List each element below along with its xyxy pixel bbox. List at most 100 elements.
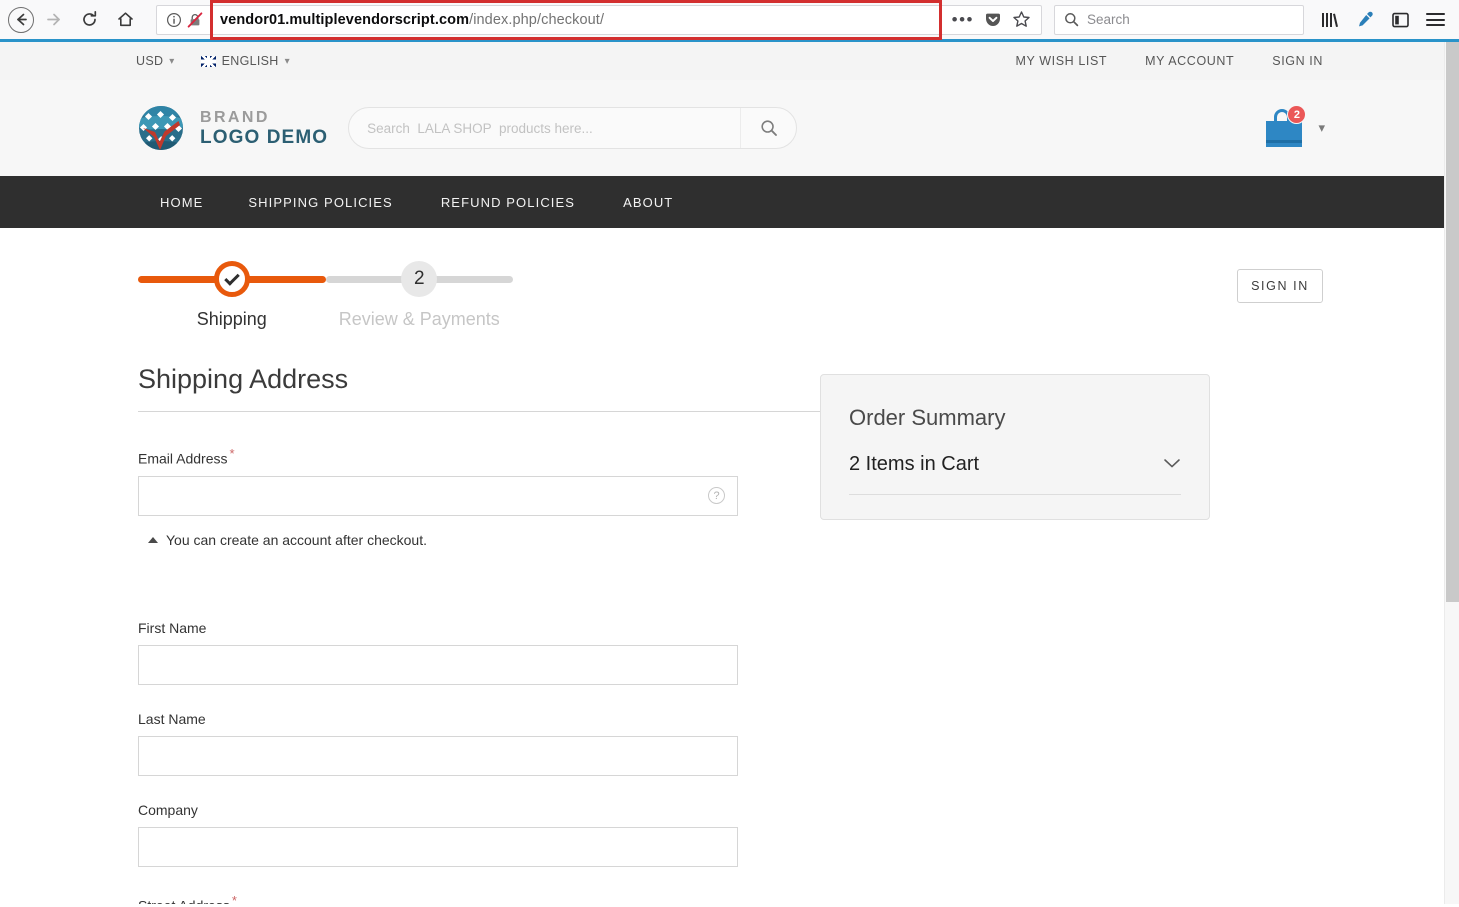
- cart-area[interactable]: 2 ▾: [1264, 105, 1325, 147]
- label-email-address: Email Address *: [138, 446, 790, 467]
- my-account-link[interactable]: MY ACCOUNT: [1145, 54, 1234, 68]
- chevron-down-icon[interactable]: [1163, 456, 1181, 474]
- browser-search-placeholder: Search: [1087, 12, 1130, 27]
- sidebar-icon[interactable]: [1391, 11, 1410, 29]
- company-input[interactable]: [139, 827, 737, 866]
- sign-in-link[interactable]: SIGN IN: [1272, 54, 1323, 68]
- progress-marker-1: [213, 261, 250, 297]
- page-scrollbar[interactable]: ▲: [1444, 42, 1459, 904]
- chevron-down-icon: ▾: [284, 55, 290, 67]
- library-icon[interactable]: [1320, 11, 1340, 29]
- globe-logo-icon: [136, 103, 186, 153]
- nav-item-home[interactable]: HOME: [160, 195, 203, 210]
- email-input-wrap[interactable]: ?: [138, 475, 738, 516]
- progress-step-review[interactable]: 2 Review & Payments: [325, 256, 513, 330]
- page-actions-icon[interactable]: •••: [952, 11, 974, 28]
- language-selector[interactable]: ENGLISH ▾: [200, 54, 290, 68]
- reload-icon[interactable]: [72, 3, 106, 37]
- utility-right: MY WISH LIST MY ACCOUNT SIGN IN: [1015, 54, 1445, 68]
- field-company: Company: [138, 802, 790, 867]
- browser-search-box[interactable]: Search: [1054, 4, 1304, 35]
- field-last-name: Last Name: [138, 711, 790, 776]
- page-content: USD ▾ ENGLISH ▾ MY WISH LIST MY ACCOUNT …: [0, 42, 1445, 904]
- order-summary-panel: Order Summary 2 Items in Cart: [820, 374, 1210, 520]
- browser-toolbar: vendor01.multiplevendorscript.com/index.…: [0, 0, 1459, 42]
- progress-label-review: Review & Payments: [338, 309, 500, 329]
- items-in-cart-label: 2 Items in Cart: [849, 453, 980, 475]
- progress-marker-2: 2: [401, 261, 438, 297]
- label-last-name: Last Name: [138, 710, 206, 727]
- label-text: Street Address: [138, 897, 230, 904]
- checkout-sign-in-button[interactable]: SIGN IN: [1237, 269, 1323, 303]
- url-domain: vendor01.multiplevendorscript.com: [220, 11, 470, 28]
- bag-stripe: [1266, 140, 1303, 143]
- checkout-form-column: Shipping 2 Review & Payments Shipping Ad…: [0, 228, 888, 904]
- company-input-wrap[interactable]: [138, 826, 738, 867]
- field-email-address: Email Address * ? You can create an accou…: [138, 446, 790, 548]
- items-in-cart-row[interactable]: 2 Items in Cart: [849, 453, 1181, 495]
- shopping-bag-icon[interactable]: 2: [1264, 105, 1307, 147]
- chevron-down-icon: ▾: [169, 55, 175, 67]
- field-street-address: Street Address*: [138, 893, 790, 904]
- page-viewport: USD ▾ ENGLISH ▾ MY WISH LIST MY ACCOUNT …: [0, 42, 1459, 904]
- site-masthead: BRAND LOGO DEMO 2 ▾: [0, 80, 1445, 176]
- cart-chevron-down-icon[interactable]: ▾: [1318, 120, 1325, 136]
- brand-line-1: BRAND: [200, 109, 270, 126]
- address-bar[interactable]: vendor01.multiplevendorscript.com/index.…: [156, 0, 1042, 40]
- site-identity-box[interactable]: [157, 6, 210, 34]
- hamburger-menu-icon[interactable]: [1426, 13, 1445, 26]
- last-name-input-wrap[interactable]: [138, 735, 738, 776]
- nav-item-about[interactable]: ABOUT: [623, 195, 673, 210]
- label-text: Email Address: [138, 450, 228, 467]
- progress-step-shipping[interactable]: Shipping: [138, 256, 326, 330]
- required-asterisk: *: [231, 892, 237, 904]
- help-tooltip-icon[interactable]: ?: [708, 487, 725, 505]
- currency-label: USD: [136, 54, 164, 68]
- order-summary-column: Order Summary 2 Items in Cart: [820, 228, 1210, 904]
- pocket-icon[interactable]: [984, 11, 1002, 29]
- eyedropper-icon[interactable]: [1356, 10, 1375, 29]
- account-hint: You can create an account after checkout…: [148, 532, 790, 548]
- account-hint-text: You can create an account after checkout…: [166, 531, 427, 548]
- search-icon: [1065, 13, 1079, 27]
- logo-text: BRAND LOGO DEMO: [200, 108, 328, 148]
- language-label: ENGLISH: [221, 54, 279, 68]
- navigation-buttons: [8, 3, 142, 37]
- url-field[interactable]: vendor01.multiplevendorscript.com/index.…: [210, 0, 942, 40]
- label-first-name: First Name: [138, 619, 207, 636]
- page-title: Shipping Address: [138, 364, 888, 412]
- site-logo[interactable]: BRAND LOGO DEMO: [136, 103, 328, 153]
- nav-item-shipping-policies[interactable]: SHIPPING POLICIES: [248, 195, 392, 210]
- uk-flag-icon: [200, 55, 216, 67]
- search-icon: [761, 120, 777, 136]
- brand-line-2: LOGO DEMO: [200, 127, 329, 148]
- site-search[interactable]: [348, 107, 798, 149]
- currency-selector[interactable]: USD ▾: [136, 54, 175, 68]
- home-icon[interactable]: [108, 3, 142, 37]
- last-name-input[interactable]: [139, 736, 737, 775]
- my-wish-list-link[interactable]: MY WISH LIST: [1015, 54, 1107, 68]
- back-arrow-icon[interactable]: [8, 6, 34, 33]
- label-street-address: Street Address*: [138, 893, 790, 904]
- check-icon: [223, 269, 240, 286]
- progress-label-shipping: Shipping: [196, 309, 267, 329]
- email-input[interactable]: [139, 476, 708, 515]
- browser-toolbar-right: [1304, 10, 1451, 29]
- required-asterisk: *: [229, 446, 235, 461]
- scrollbar-thumb[interactable]: [1446, 42, 1459, 602]
- utility-left: USD ▾ ENGLISH ▾: [136, 54, 290, 68]
- site-search-input[interactable]: [349, 120, 741, 136]
- site-utility-bar: USD ▾ ENGLISH ▾ MY WISH LIST MY ACCOUNT …: [0, 42, 1445, 80]
- checkout-progress: Shipping 2 Review & Payments: [138, 256, 513, 330]
- nav-item-refund-policies[interactable]: REFUND POLICIES: [441, 195, 575, 210]
- first-name-input[interactable]: [139, 645, 737, 684]
- forward-arrow-icon[interactable]: [36, 3, 70, 37]
- checkout-container: Shipping 2 Review & Payments Shipping Ad…: [0, 228, 1445, 904]
- main-navigation: HOME SHIPPING POLICIES REFUND POLICIES A…: [0, 176, 1445, 228]
- caret-up-icon: [148, 536, 158, 543]
- broken-lock-icon: [187, 11, 203, 28]
- site-search-button[interactable]: [740, 108, 796, 148]
- address-bar-actions: •••: [942, 10, 1041, 29]
- first-name-input-wrap[interactable]: [138, 644, 738, 685]
- star-bookmark-icon[interactable]: [1012, 10, 1031, 29]
